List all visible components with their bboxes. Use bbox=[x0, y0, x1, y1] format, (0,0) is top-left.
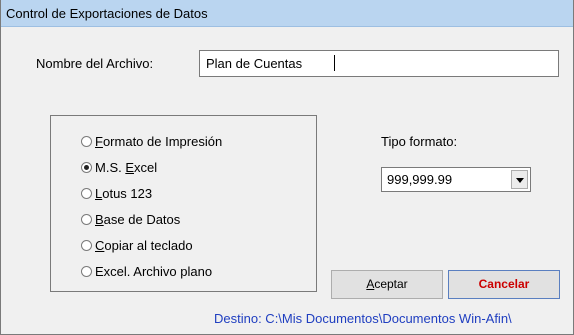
radio-button-icon bbox=[81, 266, 92, 277]
file-name-input[interactable]: Plan de Cuentas bbox=[199, 50, 559, 77]
tipo-formato-select[interactable]: 999,999.99 bbox=[381, 167, 531, 192]
tipo-formato-value: 999,999.99 bbox=[387, 172, 453, 187]
window-title: Control de Exportaciones de Datos bbox=[6, 6, 208, 21]
export-dialog: Control de Exportaciones de Datos Nombre… bbox=[0, 0, 574, 335]
radio-label: Formato de Impresión bbox=[95, 134, 223, 149]
text-caret bbox=[334, 55, 335, 71]
radio-label: Excel. Archivo plano bbox=[95, 264, 213, 279]
radio-button-icon bbox=[81, 240, 92, 251]
radio-button-icon bbox=[81, 188, 92, 199]
radio-label: Lotus 123 bbox=[95, 186, 153, 201]
radio-button-checked-icon bbox=[81, 162, 92, 173]
chevron-down-icon bbox=[516, 178, 524, 183]
tipo-formato-label: Tipo formato: bbox=[381, 134, 458, 149]
radio-label: Copiar al teclado bbox=[95, 238, 193, 253]
title-bar[interactable]: Control de Exportaciones de Datos bbox=[1, 0, 573, 27]
radio-button-icon bbox=[81, 136, 92, 147]
aceptar-button[interactable]: Aceptar bbox=[331, 270, 443, 299]
cancelar-button[interactable]: Cancelar bbox=[448, 270, 560, 299]
radio-button-icon bbox=[81, 214, 92, 225]
destino-path: Destino: C:\Mis Documentos\Documentos Wi… bbox=[214, 311, 512, 326]
radio-label: Base de Datos bbox=[95, 212, 181, 227]
file-name-value: Plan de Cuentas bbox=[206, 56, 303, 71]
file-name-label: Nombre del Archivo: bbox=[36, 56, 154, 71]
dropdown-button[interactable] bbox=[511, 170, 528, 189]
radio-label: M.S. Excel bbox=[95, 160, 158, 175]
